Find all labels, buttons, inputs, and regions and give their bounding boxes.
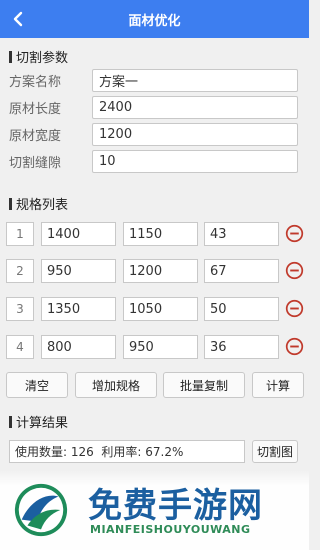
field-label: 切割缝隙 bbox=[9, 156, 62, 171]
remove-circle-icon[interactable] bbox=[285, 299, 304, 318]
row-index: 4 bbox=[6, 335, 34, 359]
length-input[interactable]: 950 bbox=[41, 259, 116, 283]
section-cut-params: 切割参数 bbox=[0, 47, 77, 66]
calculate-button[interactable]: 计算 bbox=[252, 372, 304, 398]
watermark-logo bbox=[14, 483, 68, 537]
quantity-input[interactable]: 50 bbox=[204, 297, 279, 321]
clear-button[interactable]: 清空 bbox=[6, 372, 68, 398]
plan-name-input[interactable]: 方案一 bbox=[92, 69, 298, 92]
table-row: 2 950 1200 67 bbox=[6, 259, 306, 283]
length-input[interactable]: 800 bbox=[41, 335, 116, 359]
kerf-input[interactable]: 10 bbox=[92, 150, 298, 173]
result-summary: 使用数量: 126 利用率: 67.2% bbox=[9, 440, 245, 463]
section-title: 切割参数 bbox=[16, 51, 69, 66]
quantity-input[interactable]: 43 bbox=[204, 222, 279, 246]
stock-width-input[interactable]: 1200 bbox=[92, 123, 298, 146]
field-label: 原材长度 bbox=[9, 102, 62, 117]
section-title: 计算结果 bbox=[16, 416, 69, 431]
add-spec-button[interactable]: 增加规格 bbox=[75, 372, 157, 398]
field-plan-name: 方案名称 方案一 bbox=[9, 69, 298, 92]
field-kerf: 切割缝隙 10 bbox=[9, 150, 298, 173]
row-index: 3 bbox=[6, 297, 34, 321]
width-input[interactable]: 1150 bbox=[123, 222, 198, 246]
quantity-input[interactable]: 36 bbox=[204, 335, 279, 359]
batch-copy-button[interactable]: 批量复制 bbox=[163, 372, 245, 398]
back-button[interactable] bbox=[8, 9, 28, 29]
row-index: 1 bbox=[6, 222, 34, 246]
section-spec-list: 规格列表 bbox=[0, 194, 77, 213]
section-marker bbox=[9, 50, 12, 63]
watermark-subtitle: MIANFEISHOUYOUWANG bbox=[90, 523, 251, 536]
section-result: 计算结果 bbox=[0, 412, 77, 431]
field-stock-width: 原材宽度 1200 bbox=[9, 123, 298, 146]
table-row: 3 1350 1050 50 bbox=[6, 297, 306, 321]
remove-circle-icon[interactable] bbox=[285, 337, 304, 356]
table-row: 4 800 950 36 bbox=[6, 335, 306, 359]
chevron-left-icon bbox=[13, 11, 23, 27]
width-input[interactable]: 950 bbox=[123, 335, 198, 359]
quantity-input[interactable]: 67 bbox=[204, 259, 279, 283]
field-label: 原材宽度 bbox=[9, 129, 62, 144]
app-bar: 面材优化 bbox=[0, 0, 309, 38]
page-title: 面材优化 bbox=[128, 13, 181, 29]
stock-length-input[interactable]: 2400 bbox=[92, 96, 298, 119]
width-input[interactable]: 1200 bbox=[123, 259, 198, 283]
field-stock-length: 原材长度 2400 bbox=[9, 96, 298, 119]
watermark-title: 免费手游网 bbox=[88, 486, 263, 526]
action-bar: 清空 增加规格 批量复制 计算 bbox=[6, 372, 304, 398]
section-title: 规格列表 bbox=[16, 198, 69, 213]
row-index: 2 bbox=[6, 259, 34, 283]
section-marker bbox=[9, 197, 12, 210]
section-marker bbox=[9, 415, 12, 428]
width-input[interactable]: 1050 bbox=[123, 297, 198, 321]
length-input[interactable]: 1400 bbox=[41, 222, 116, 246]
field-label: 方案名称 bbox=[9, 75, 62, 90]
table-row: 1 1400 1150 43 bbox=[6, 222, 306, 246]
remove-circle-icon[interactable] bbox=[285, 261, 304, 280]
remove-circle-icon[interactable] bbox=[285, 224, 304, 243]
cut-diagram-button[interactable]: 切割图 bbox=[252, 440, 298, 463]
length-input[interactable]: 1350 bbox=[41, 297, 116, 321]
